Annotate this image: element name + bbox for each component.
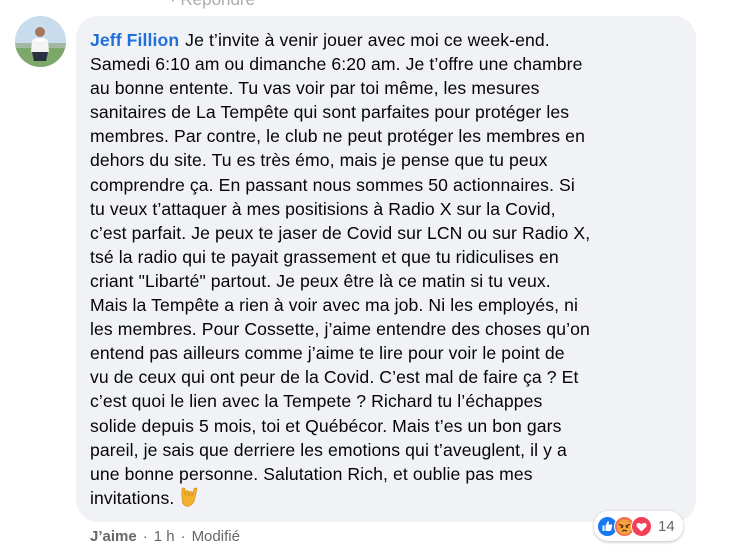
love-you-gesture-emoji — [178, 486, 200, 514]
comment-body: Jeff Fillion Je t’invite à venir jouer av… — [90, 28, 682, 514]
comment-line: vu de ceux qui ont peur de la Covid. C’e… — [90, 367, 579, 388]
comment-timestamp[interactable]: 1 h — [154, 528, 175, 545]
reaction-count: 14 — [658, 517, 675, 535]
comment-line: entend pas ailleurs comme j’aime te lire… — [90, 343, 565, 364]
separator: · — [142, 528, 148, 545]
love-reaction-icon — [631, 515, 652, 537]
comment-line: membres. Par contre, le club ne peut pro… — [90, 126, 585, 147]
comment-line: criant "Libarté" partout. Je peux être l… — [90, 270, 551, 291]
comment-line: Samedi 6:10 am ou dimanche 6:20 am. Je t… — [90, 54, 583, 75]
like-comment-link[interactable]: J’aime — [90, 528, 137, 545]
edited-label[interactable]: Modifié — [192, 528, 240, 545]
avatar[interactable] — [15, 16, 66, 67]
comment-line: invitations. — [90, 487, 175, 508]
comment-line: sanitaires de La Tempête qui sont parfai… — [90, 102, 570, 123]
comment-line: pareil, je sais que derriere les emotion… — [90, 439, 567, 460]
comment-line: une bonne personne. Salutation Rich, et … — [90, 463, 533, 484]
comment-author-link[interactable]: Jeff Fillion — [90, 30, 179, 50]
previous-comment-actions: · Répondre — [170, 0, 255, 10]
comment-line: au bonne entente. Tu vas voir par toi mê… — [90, 78, 540, 99]
comment-line: Mais la Tempête a rien à voir avec ma jo… — [90, 295, 578, 316]
separator: · — [180, 528, 186, 545]
comment-line: Je t’invite à venir jouer avec moi ce we… — [185, 30, 550, 50]
profile-photo — [15, 16, 66, 67]
comment-line: tu veux t’attaquer à mes positisions à R… — [90, 198, 556, 219]
comment-line: dehors du site. Tu es très émo, mais je … — [90, 150, 548, 171]
comment-line: solide depuis 5 mois, toi et Québécor. M… — [90, 415, 562, 436]
comment-line: c’est quoi le lien avec la Tempete ? Ric… — [90, 391, 543, 412]
comment-line: les membres. Pour Cossette, j’aime enten… — [90, 319, 590, 340]
comment-actions: J’aime · 1 h · Modifié — [90, 528, 240, 545]
reactions-summary[interactable]: 14 — [594, 511, 683, 541]
comment-bubble: Jeff Fillion Je t’invite à venir jouer av… — [76, 16, 696, 522]
comment-line: c’est parfait. Je peux te jaser de Covid… — [90, 222, 591, 243]
comment-line: comprendre ça. En passant nous sommes 50… — [90, 174, 575, 195]
comment-line: tsé la radio qui te payait grassement et… — [90, 246, 559, 267]
